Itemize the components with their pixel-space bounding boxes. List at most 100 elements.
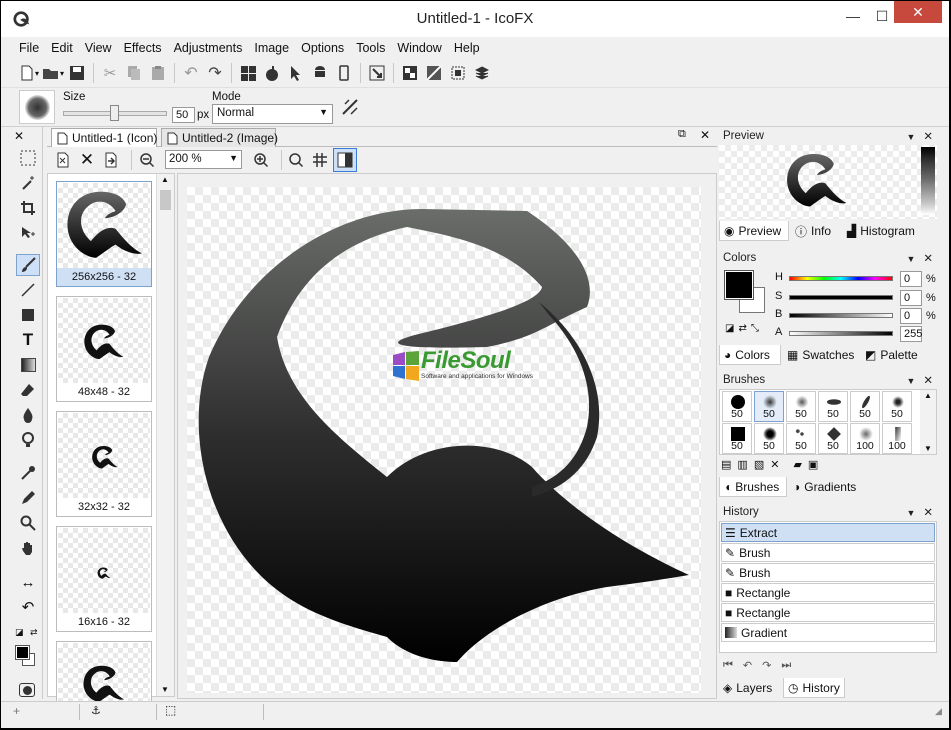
brightness-input[interactable]: 0 — [900, 308, 922, 324]
crop-tool[interactable] — [16, 197, 40, 219]
foreground-color-swatch[interactable] — [15, 645, 30, 660]
size-input[interactable]: 50 — [172, 107, 195, 123]
tab-layers[interactable]: ◈ Layers — [719, 678, 776, 698]
brush-cell-oval[interactable]: 50 — [818, 391, 848, 422]
background-toggle-button[interactable] — [333, 148, 357, 172]
menu-options[interactable]: Options — [295, 41, 350, 55]
grid-toggle-button[interactable] — [308, 148, 332, 172]
brush-cell-scatter[interactable]: 50 — [786, 423, 816, 454]
menu-view[interactable]: View — [79, 41, 118, 55]
gradient-tool[interactable] — [16, 354, 40, 376]
tab-untitled-1[interactable]: Untitled-1 (Icon) — [51, 128, 157, 147]
close-icon[interactable]: ✕ — [923, 507, 933, 519]
redo-button[interactable]: ↷ — [203, 61, 227, 85]
brush-cell-star[interactable]: 50 — [882, 391, 912, 422]
close-icon[interactable]: ✕ — [923, 253, 933, 265]
line-tool[interactable] — [16, 279, 40, 301]
history-item-rectangle[interactable]: ■ Rectangle — [721, 603, 935, 622]
move-tool[interactable] — [16, 222, 40, 244]
tab-history[interactable]: ◷ History — [783, 678, 845, 698]
rotate-tool[interactable]: ↶ — [16, 596, 40, 618]
tab-histogram[interactable]: ▟ Histogram — [843, 221, 919, 241]
panel-close-icon[interactable]: ✕ — [14, 129, 24, 143]
ios-icon-button[interactable] — [332, 61, 356, 85]
mode-select[interactable]: Normal ▼ — [212, 104, 333, 124]
windows-icon-button[interactable] — [236, 61, 260, 85]
undo-icon[interactable]: ↶ — [743, 659, 752, 672]
zoom-select[interactable]: 200 % ▼ — [165, 150, 242, 169]
panel-menu-icon[interactable]: ▼ — [906, 254, 915, 264]
alpha-slider[interactable] — [789, 331, 893, 336]
layers-button[interactable] — [470, 61, 494, 85]
brush-cell-grain[interactable]: 100 — [882, 423, 912, 454]
new-button[interactable]: ▾ — [17, 61, 41, 85]
delete-brush-icon[interactable]: ✕ — [770, 458, 779, 471]
brush-cell-diamond[interactable]: 50 — [818, 423, 848, 454]
hue-slider[interactable] — [789, 276, 893, 281]
history-item-extract[interactable]: ☰ Extract — [721, 523, 935, 542]
menu-image[interactable]: Image — [248, 41, 295, 55]
capture-button[interactable] — [365, 61, 389, 85]
flip-tool[interactable]: ↔ — [16, 571, 40, 593]
copy-button[interactable] — [122, 61, 146, 85]
blur-tool[interactable] — [16, 404, 40, 426]
reset-colors-icon[interactable]: ◪ — [725, 323, 738, 334]
mask-button[interactable] — [422, 61, 446, 85]
thumb-256[interactable]: 256x256 - 32 — [56, 181, 152, 287]
new-image-button[interactable] — [51, 148, 75, 172]
rectangle-tool[interactable] — [16, 304, 40, 326]
pencil-tool[interactable] — [16, 487, 40, 509]
menu-tools[interactable]: Tools — [350, 41, 391, 55]
hand-tool[interactable] — [16, 537, 40, 559]
tab-brushes[interactable]: ◖ Brushes — [719, 477, 787, 497]
tab-palette[interactable]: ◩ Palette — [861, 345, 922, 365]
scrollbar-thumb[interactable] — [160, 190, 171, 210]
thumbs-scrollbar[interactable]: ▲ ▼ — [156, 174, 174, 696]
menu-help[interactable]: Help — [448, 41, 486, 55]
menu-edit[interactable]: Edit — [45, 41, 79, 55]
last-step-icon[interactable]: ⏭ — [781, 659, 791, 672]
color-picker-tool[interactable] — [16, 462, 40, 484]
restore-document-button[interactable]: ⧉ — [678, 128, 686, 141]
eraser-tool[interactable] — [16, 379, 40, 401]
thumb-extra[interactable] — [56, 641, 152, 702]
reset-colors-icon[interactable]: ◪ — [15, 627, 24, 638]
close-document-button[interactable]: ✕ — [700, 128, 710, 142]
maximize-button[interactable]: ☐ — [869, 1, 895, 31]
antialias-toggle[interactable] — [341, 98, 361, 118]
brush-grid-scrollbar[interactable]: ▲ ▼ — [920, 390, 936, 454]
menu-adjustments[interactable]: Adjustments — [168, 41, 249, 55]
brush-cell-fuzz[interactable]: 100 — [850, 423, 880, 454]
tab-swatches[interactable]: ▦ Swatches — [783, 345, 858, 365]
tab-untitled-2[interactable]: Untitled-2 (Image) — [161, 128, 278, 147]
first-step-icon[interactable]: ⏮ — [723, 659, 733, 672]
size-slider-thumb[interactable] — [110, 105, 119, 121]
tab-colors[interactable]: ◕ Colors — [719, 345, 781, 365]
panel-menu-icon[interactable]: ▼ — [906, 376, 915, 386]
new-brush-icon[interactable]: ▤ — [721, 458, 731, 471]
import-image-button[interactable] — [99, 148, 123, 172]
zoom-tool[interactable] — [16, 512, 40, 534]
minimize-button[interactable]: — — [839, 1, 867, 31]
swap-colors-icon[interactable]: ⇄ — [738, 323, 750, 334]
cut-button[interactable]: ✂ — [98, 61, 122, 85]
import-brush-icon[interactable]: ▧ — [754, 458, 764, 471]
text-tool[interactable]: T — [16, 329, 40, 351]
tab-preview[interactable]: ◉ Preview — [719, 221, 789, 241]
actual-size-button[interactable] — [284, 148, 308, 172]
brush-cell-square[interactable]: 50 — [722, 423, 752, 454]
history-item-rectangle[interactable]: ■ Rectangle — [721, 583, 935, 602]
history-item-brush[interactable]: ✎ Brush — [721, 563, 935, 582]
history-item-gradient[interactable]: Gradient — [721, 623, 935, 642]
redo-icon[interactable]: ↷ — [762, 659, 771, 672]
close-icon[interactable]: ✕ — [923, 131, 933, 143]
zoom-in-button[interactable] — [249, 148, 273, 172]
color-replace-tool[interactable] — [16, 429, 40, 451]
primary-color-swatch[interactable] — [724, 270, 754, 300]
hue-input[interactable]: 0 — [900, 271, 922, 287]
brush-cell-feather[interactable]: 50 — [850, 391, 880, 422]
open-button[interactable]: ▾ — [41, 61, 65, 85]
thumb-48[interactable]: 48x48 - 32 — [56, 296, 152, 402]
brush-cell-splat[interactable]: 50 — [754, 423, 784, 454]
duplicate-brush-icon[interactable]: ▥ — [737, 458, 747, 471]
